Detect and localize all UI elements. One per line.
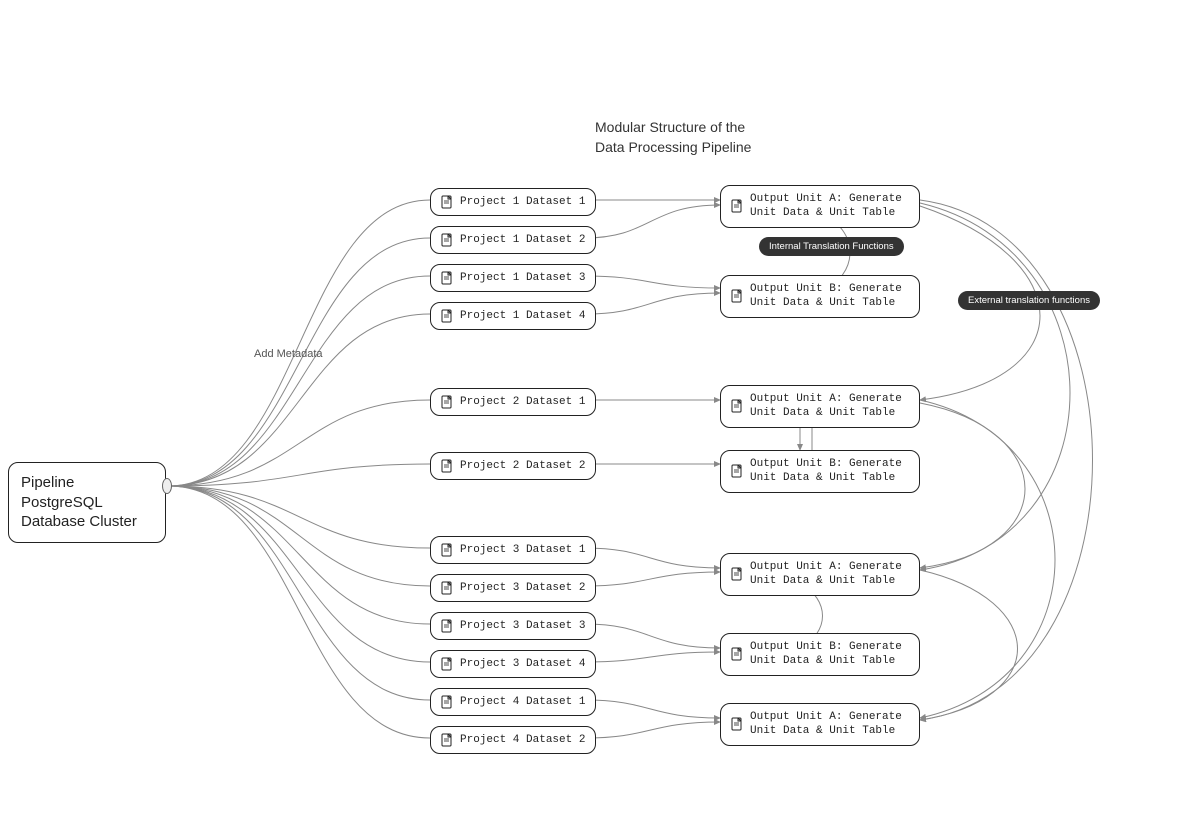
output-p3b: Output Unit B: Generate Unit Data & Unit…	[720, 633, 920, 676]
document-icon	[441, 581, 453, 595]
document-icon	[731, 399, 743, 413]
external-translation-pill: External translation functions	[958, 291, 1100, 310]
dataset-label: Project 2 Dataset 1	[460, 396, 585, 408]
document-icon	[731, 647, 743, 661]
dataset-label: Project 1 Dataset 2	[460, 234, 585, 246]
output-label: Output Unit A: Generate Unit Data & Unit…	[750, 710, 909, 739]
document-icon	[731, 464, 743, 478]
output-label: Output Unit A: Generate Unit Data & Unit…	[750, 392, 909, 421]
output-p2b: Output Unit B: Generate Unit Data & Unit…	[720, 450, 920, 493]
dataset-p3d3: Project 3 Dataset 3	[430, 612, 596, 640]
dataset-label: Project 4 Dataset 2	[460, 734, 585, 746]
document-icon	[441, 271, 453, 285]
title-line-2: Data Processing Pipeline	[595, 139, 751, 155]
dataset-p3d4: Project 3 Dataset 4	[430, 650, 596, 678]
metadata-label: Add Metadata	[254, 348, 323, 360]
document-icon	[441, 619, 453, 633]
document-icon	[441, 543, 453, 557]
output-label: Output Unit B: Generate Unit Data & Unit…	[750, 457, 909, 486]
document-icon	[441, 233, 453, 247]
output-p2a: Output Unit A: Generate Unit Data & Unit…	[720, 385, 920, 428]
dataset-label: Project 4 Dataset 1	[460, 696, 585, 708]
dataset-p1d1: Project 1 Dataset 1	[430, 188, 596, 216]
output-label: Output Unit A: Generate Unit Data & Unit…	[750, 560, 909, 589]
dataset-label: Project 3 Dataset 2	[460, 582, 585, 594]
dataset-p2d1: Project 2 Dataset 1	[430, 388, 596, 416]
diagram-title: Modular Structure of the Data Processing…	[595, 118, 751, 157]
dataset-p4d1: Project 4 Dataset 1	[430, 688, 596, 716]
document-icon	[731, 567, 743, 581]
dataset-label: Project 1 Dataset 1	[460, 196, 585, 208]
document-icon	[441, 733, 453, 747]
output-label: Output Unit A: Generate Unit Data & Unit…	[750, 192, 909, 221]
dataset-label: Project 2 Dataset 2	[460, 460, 585, 472]
db-cluster-label: Pipeline PostgreSQL Database Cluster	[21, 473, 153, 532]
title-line-1: Modular Structure of the	[595, 119, 745, 135]
document-icon	[731, 199, 743, 213]
db-cluster-node: Pipeline PostgreSQL Database Cluster	[8, 462, 166, 543]
internal-translation-pill: Internal Translation Functions	[759, 237, 904, 256]
document-icon	[441, 657, 453, 671]
document-icon	[441, 395, 453, 409]
document-icon	[441, 195, 453, 209]
document-icon	[441, 695, 453, 709]
dataset-p2d2: Project 2 Dataset 2	[430, 452, 596, 480]
document-icon	[441, 459, 453, 473]
output-label: Output Unit B: Generate Unit Data & Unit…	[750, 282, 909, 311]
dataset-p1d3: Project 1 Dataset 3	[430, 264, 596, 292]
dataset-p4d2: Project 4 Dataset 2	[430, 726, 596, 754]
cylinder-icon	[162, 478, 172, 494]
output-p4a: Output Unit A: Generate Unit Data & Unit…	[720, 703, 920, 746]
output-label: Output Unit B: Generate Unit Data & Unit…	[750, 640, 909, 669]
dataset-p3d1: Project 3 Dataset 1	[430, 536, 596, 564]
dataset-label: Project 3 Dataset 1	[460, 544, 585, 556]
dataset-label: Project 1 Dataset 3	[460, 272, 585, 284]
dataset-p1d4: Project 1 Dataset 4	[430, 302, 596, 330]
document-icon	[731, 717, 743, 731]
document-icon	[731, 289, 743, 303]
dataset-p1d2: Project 1 Dataset 2	[430, 226, 596, 254]
output-p1b: Output Unit B: Generate Unit Data & Unit…	[720, 275, 920, 318]
dataset-label: Project 1 Dataset 4	[460, 310, 585, 322]
output-p1a: Output Unit A: Generate Unit Data & Unit…	[720, 185, 920, 228]
output-p3a: Output Unit A: Generate Unit Data & Unit…	[720, 553, 920, 596]
dataset-label: Project 3 Dataset 3	[460, 620, 585, 632]
dataset-p3d2: Project 3 Dataset 2	[430, 574, 596, 602]
dataset-label: Project 3 Dataset 4	[460, 658, 585, 670]
document-icon	[441, 309, 453, 323]
